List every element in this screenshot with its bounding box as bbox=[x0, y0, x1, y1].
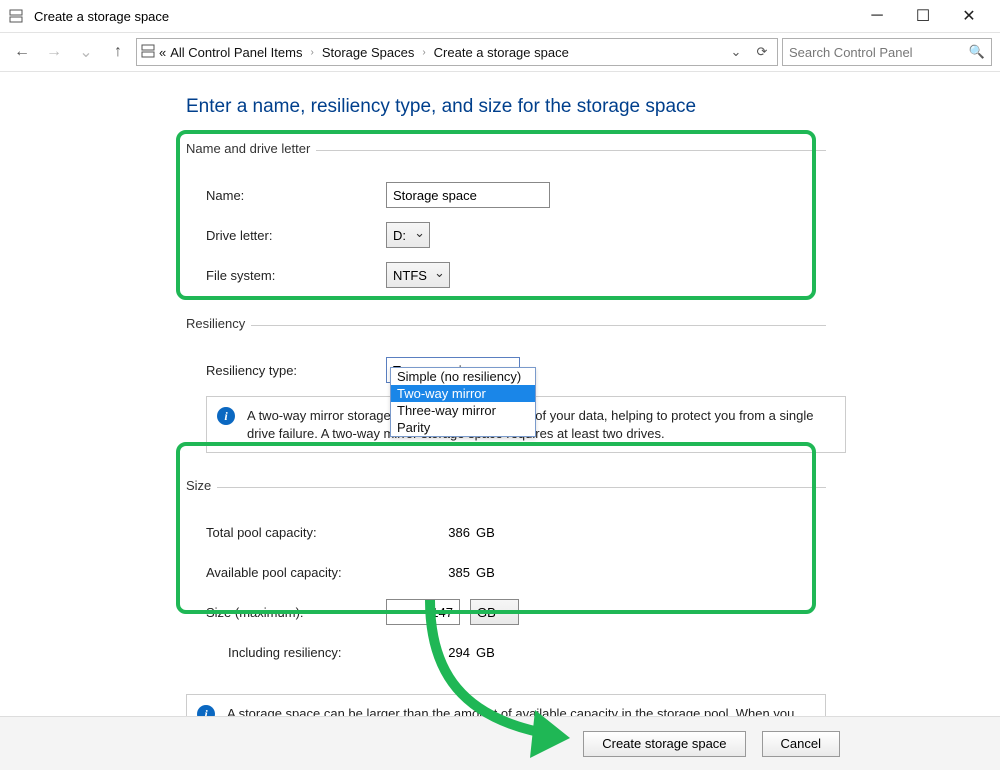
unit-available-capacity: GB bbox=[476, 565, 516, 580]
size-unit-select[interactable]: GB bbox=[470, 599, 519, 625]
create-storage-space-button[interactable]: Create storage space bbox=[583, 731, 745, 757]
nav-up-button[interactable]: ↑ bbox=[104, 38, 132, 66]
app-icon bbox=[8, 8, 24, 24]
label-including-resiliency: Including resiliency: bbox=[206, 645, 416, 660]
nav-back-button[interactable]: ← bbox=[8, 38, 36, 66]
label-name: Name: bbox=[206, 188, 386, 203]
value-available-capacity: 385 bbox=[416, 565, 476, 580]
breadcrumb-sep-icon: › bbox=[418, 47, 429, 58]
info-icon: i bbox=[217, 407, 235, 425]
group-size: Size Total pool capacity: 386 GB Availab… bbox=[186, 477, 826, 682]
resiliency-option-parity[interactable]: Parity bbox=[391, 419, 535, 436]
breadcrumb-item-1[interactable]: All Control Panel Items bbox=[170, 45, 302, 60]
group-resiliency: Resiliency Resiliency type: Two-way mirr… bbox=[186, 315, 826, 459]
unit-including-resiliency: GB bbox=[476, 645, 516, 660]
addressbar-refresh-icon[interactable]: ⟳ bbox=[751, 44, 773, 60]
drive-letter-select[interactable]: D: bbox=[386, 222, 430, 248]
content-area: Enter a name, resiliency type, and size … bbox=[0, 72, 1000, 751]
breadcrumb-sep-icon: › bbox=[306, 47, 317, 58]
label-resiliency-type: Resiliency type: bbox=[206, 363, 386, 378]
label-total-capacity: Total pool capacity: bbox=[206, 525, 416, 540]
window-close-button[interactable]: ✕ bbox=[946, 1, 992, 31]
search-input[interactable]: Search Control Panel 🔍 bbox=[782, 38, 992, 66]
window-titlebar: Create a storage space ─ ☐ ✕ bbox=[0, 0, 1000, 32]
label-drive-letter: Drive letter: bbox=[206, 228, 386, 243]
resiliency-type-dropdown-list[interactable]: Simple (no resiliency) Two-way mirror Th… bbox=[390, 367, 536, 437]
label-size-max: Size (maximum): bbox=[206, 605, 386, 620]
breadcrumb-item-2[interactable]: Storage Spaces bbox=[322, 45, 415, 60]
window-maximize-button[interactable]: ☐ bbox=[900, 1, 946, 31]
group-legend-name: Name and drive letter bbox=[186, 141, 316, 156]
label-available-capacity: Available pool capacity: bbox=[206, 565, 416, 580]
value-total-capacity: 386 bbox=[416, 525, 476, 540]
value-including-resiliency: 294 bbox=[416, 645, 476, 660]
nav-forward-button[interactable]: → bbox=[40, 38, 68, 66]
name-input[interactable] bbox=[386, 182, 550, 208]
cancel-button[interactable]: Cancel bbox=[762, 731, 840, 757]
filesystem-select[interactable]: NTFS bbox=[386, 262, 450, 288]
navigation-bar: ← → ⌄ ↑ « All Control Panel Items › Stor… bbox=[0, 32, 1000, 72]
unit-total-capacity: GB bbox=[476, 525, 516, 540]
breadcrumb-item-3[interactable]: Create a storage space bbox=[434, 45, 569, 60]
group-name-drive: Name and drive letter Name: Drive letter… bbox=[186, 140, 826, 305]
window-minimize-button[interactable]: ─ bbox=[854, 1, 900, 31]
address-bar[interactable]: « All Control Panel Items › Storage Spac… bbox=[136, 38, 778, 66]
addressbar-dropdown-icon[interactable]: ⌄ bbox=[725, 44, 747, 60]
group-legend-size: Size bbox=[186, 478, 217, 493]
label-filesystem: File system: bbox=[206, 268, 386, 283]
nav-recent-dropdown[interactable]: ⌄ bbox=[72, 38, 100, 66]
group-legend-resiliency: Resiliency bbox=[186, 316, 251, 331]
addressbar-icon bbox=[141, 44, 155, 61]
search-placeholder: Search Control Panel bbox=[789, 45, 969, 60]
page-title: Enter a name, resiliency type, and size … bbox=[186, 96, 1000, 118]
breadcrumb-prefix: « bbox=[159, 45, 166, 60]
resiliency-option-two-way[interactable]: Two-way mirror bbox=[391, 385, 535, 402]
search-icon: 🔍 bbox=[969, 44, 985, 60]
action-bar: Create storage space Cancel bbox=[0, 716, 1000, 770]
size-max-input[interactable] bbox=[386, 599, 460, 625]
resiliency-option-three-way[interactable]: Three-way mirror bbox=[391, 402, 535, 419]
window-title: Create a storage space bbox=[34, 9, 169, 24]
resiliency-option-simple[interactable]: Simple (no resiliency) bbox=[391, 368, 535, 385]
